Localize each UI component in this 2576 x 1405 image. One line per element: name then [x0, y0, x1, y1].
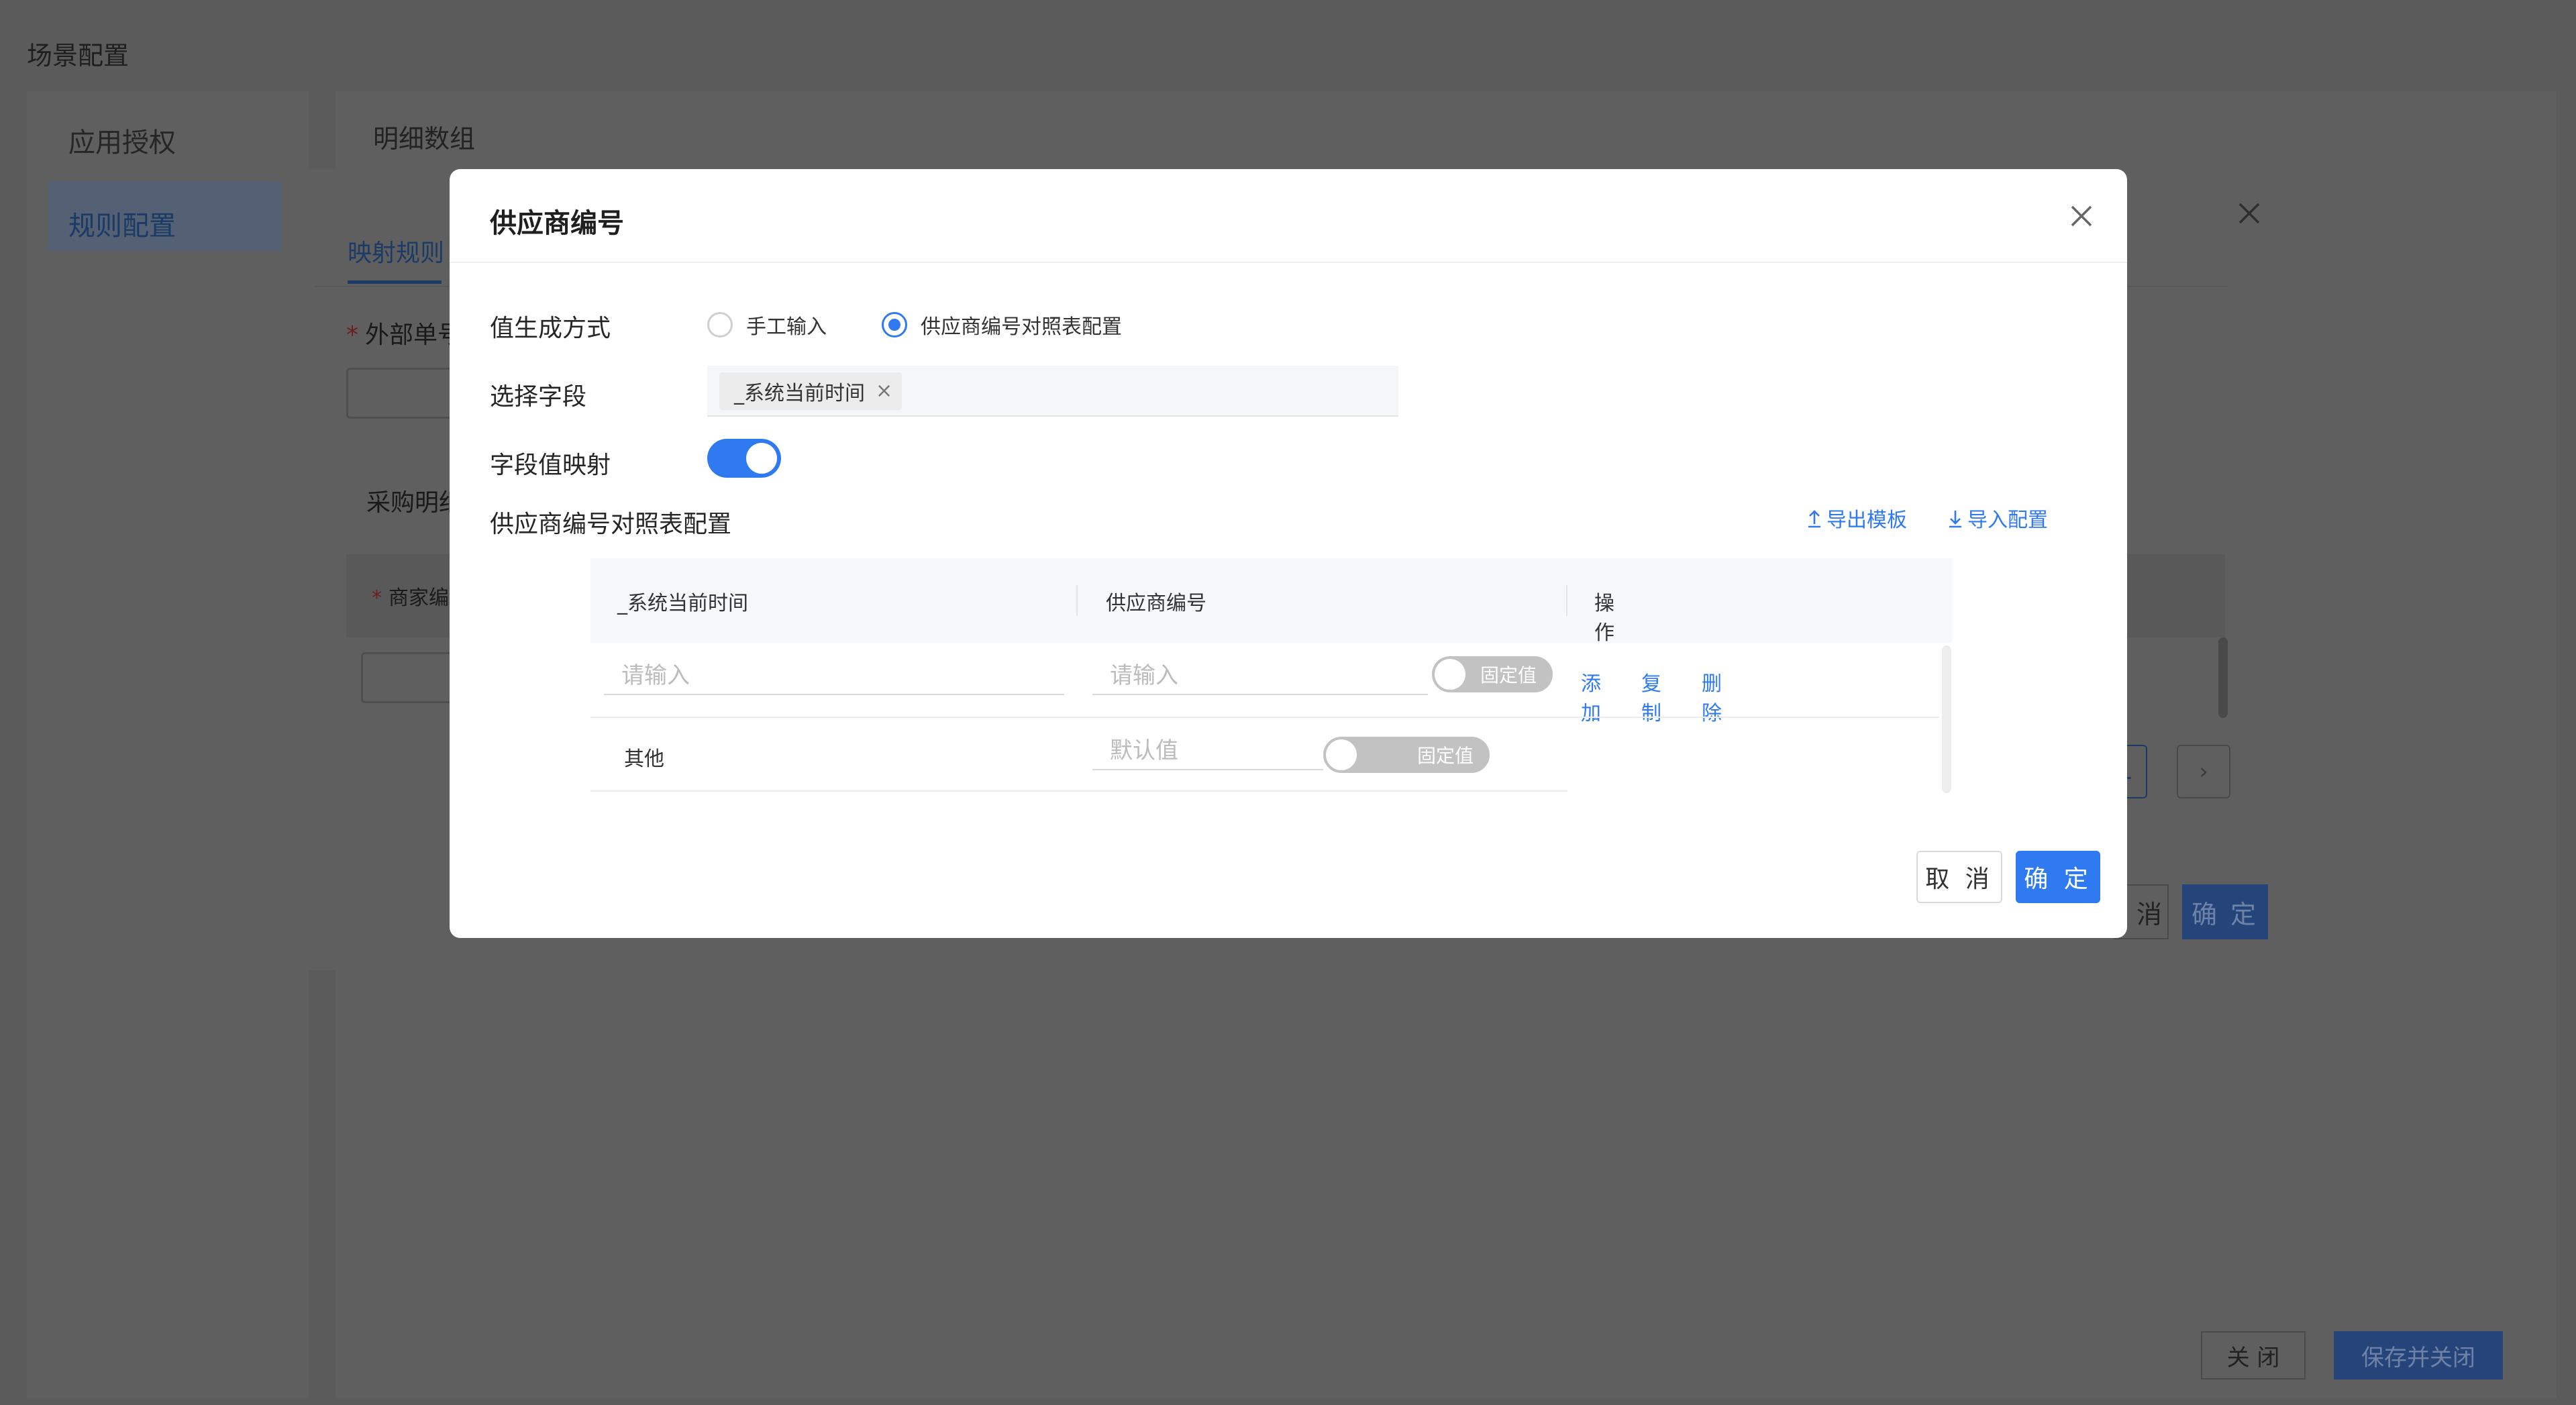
tag-remove-icon[interactable]: ×: [876, 381, 892, 401]
purchase-section-label: 采购明细: [366, 489, 464, 517]
upload-icon: [1808, 510, 1820, 528]
main-header: 明细数组: [373, 124, 476, 154]
row-divider: [590, 790, 1567, 792]
export-template-link[interactable]: 导出模板: [1806, 503, 1907, 533]
row1-fixed-value-label: 固定值: [1480, 664, 1537, 686]
field-mapping-switch[interactable]: [707, 439, 781, 478]
column-separator: [1076, 585, 1078, 616]
row2-fixed-value-toggle[interactable]: 固定值: [1323, 737, 1490, 773]
mid-ok-button[interactable]: 确 定: [2182, 884, 2268, 939]
selected-field-tag-label: _系统当前时间: [734, 382, 865, 405]
tab-active-indicator: [348, 280, 442, 284]
field-mapping-label: 字段值映射: [490, 452, 611, 479]
radio-checked-icon: [882, 312, 907, 337]
download-icon: [1949, 511, 1961, 528]
column-header-actions: 操作: [1594, 592, 1614, 645]
table-header-row: [590, 558, 1953, 643]
sidebar-item-app-auth[interactable]: 应用授权: [68, 121, 176, 160]
radio-manual-input[interactable]: 手工输入: [707, 310, 827, 340]
row-divider: [590, 717, 1939, 718]
external-no-input[interactable]: [346, 368, 454, 419]
supplier-no-modal: [450, 169, 2127, 938]
row2-fixed-value-label: 固定值: [1416, 745, 1474, 767]
radio-circle-icon: [707, 312, 733, 337]
toggle-knob: [1435, 659, 1465, 690]
sidebar-item-rule-config[interactable]: 规则配置: [68, 204, 176, 243]
tab-mapping-rules[interactable]: 映射规则: [348, 233, 444, 268]
external-no-label: * 外部单号: [346, 321, 462, 349]
page-title: 场景配置: [27, 41, 130, 70]
modal-header-divider: [450, 262, 2127, 263]
row2-default-value-input[interactable]: 默认值: [1092, 727, 1323, 770]
radio-table-config[interactable]: 供应商编号对照表配置: [882, 310, 1122, 340]
value-mode-label: 值生成方式: [490, 315, 611, 342]
mid-close-icon[interactable]: [2234, 199, 2264, 228]
row1-system-time-input[interactable]: 请输入: [604, 652, 1064, 695]
mapping-table: _系统当前时间 供应商编号 操作 请输入 请输入 固定值 添加 复制 删除 其他…: [590, 558, 1953, 792]
column-separator: [1566, 585, 1567, 616]
field-select[interactable]: _系统当前时间 ×: [707, 366, 1398, 417]
modal-title: 供应商编号: [490, 208, 624, 239]
close-icon[interactable]: [2067, 201, 2096, 231]
select-field-label: 选择字段: [490, 383, 587, 411]
mid-scrollbar[interactable]: [2218, 637, 2228, 718]
table-scrollbar[interactable]: [1942, 645, 1951, 793]
export-template-label: 导出模板: [1826, 509, 1907, 532]
page-save-close-button[interactable]: 保存并关闭: [2334, 1331, 2503, 1380]
table-config-label: 供应商编号对照表配置: [490, 511, 732, 538]
column-header-supplier-no: 供应商编号: [1106, 592, 1206, 615]
page-close-button[interactable]: 关 闭: [2201, 1331, 2306, 1380]
selected-field-tag: _系统当前时间 ×: [719, 372, 903, 410]
radio-table-label: 供应商编号对照表配置: [921, 315, 1122, 339]
switch-knob: [746, 443, 777, 474]
toggle-knob: [1326, 739, 1357, 770]
merchant-input[interactable]: [361, 652, 455, 703]
row1-supplier-no-input[interactable]: 请输入: [1092, 652, 1428, 695]
import-config-label: 导入配置: [1967, 509, 2048, 532]
sidebar: [27, 91, 309, 1398]
cancel-button[interactable]: 取 消: [1916, 851, 2002, 903]
column-header-system-time: _系统当前时间: [617, 592, 748, 615]
pagination-next[interactable]: ›: [2177, 745, 2230, 798]
row1-fixed-value-toggle[interactable]: 固定值: [1432, 656, 1553, 692]
confirm-button[interactable]: 确 定: [2016, 851, 2100, 903]
import-config-link[interactable]: 导入配置: [1947, 503, 2048, 533]
merchant-column-label: * 商家编: [372, 586, 449, 610]
row2-other-label: 其他: [624, 747, 664, 771]
radio-manual-label: 手工输入: [746, 315, 827, 339]
